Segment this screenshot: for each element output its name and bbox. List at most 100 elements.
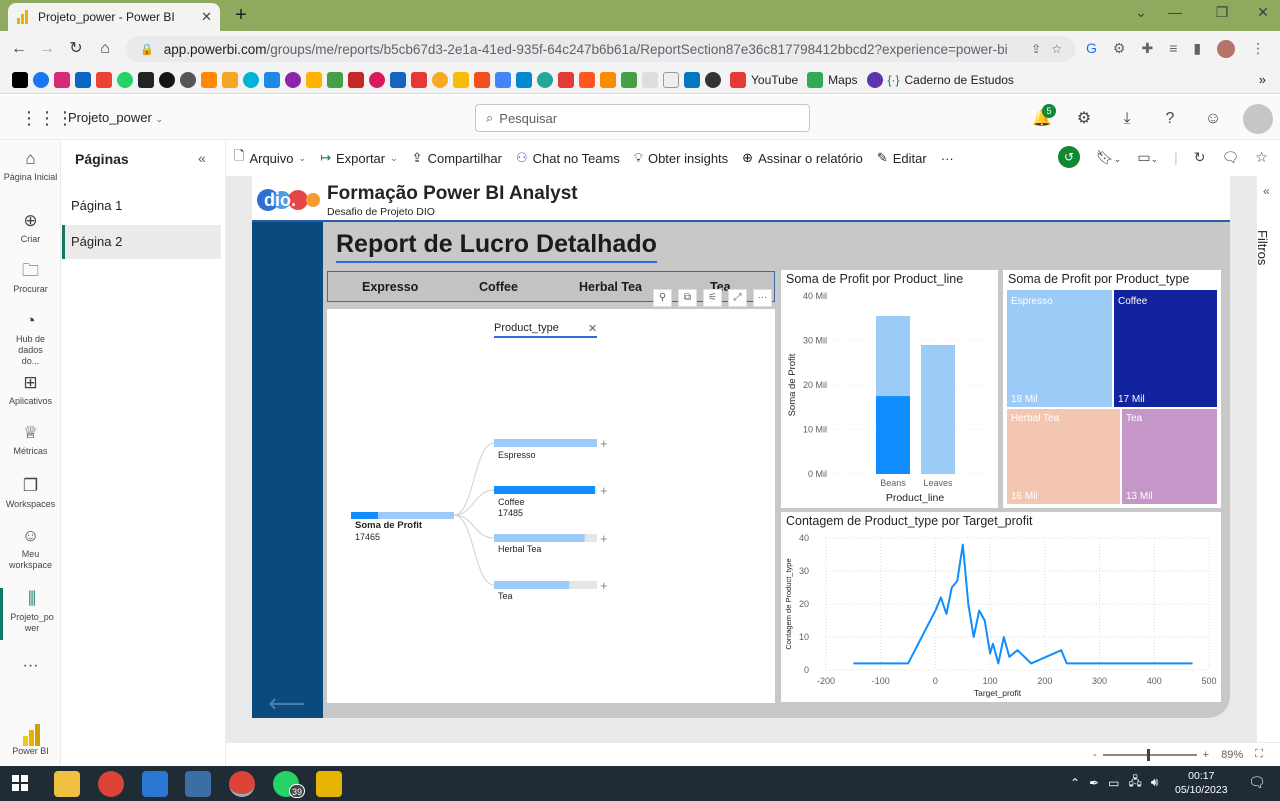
bookmark-icon-deeporange[interactable]	[579, 71, 595, 88]
more-bookmarks-icon[interactable]: »	[1259, 72, 1266, 87]
bookmark-youtube[interactable]: YouTube	[730, 71, 798, 88]
filter-icon[interactable]: ⚟	[703, 289, 722, 307]
treemap-card[interactable]: Soma de Profit por Product_type Espresso…	[1003, 270, 1221, 508]
back-arrow-icon[interactable]: ←	[8, 38, 30, 60]
nav-workspaces[interactable]: ❐ Workspaces	[0, 475, 61, 510]
expand-plus-icon[interactable]: +	[600, 531, 608, 546]
menu-dots-icon[interactable]: ⋮	[1251, 40, 1265, 58]
treemap-tile-coffee[interactable]: Coffee 17 Mil	[1114, 290, 1217, 407]
profile-avatar[interactable]	[1217, 40, 1236, 58]
x-bookmark-icon[interactable]	[12, 71, 28, 88]
extension-icon[interactable]: ⚙	[1113, 40, 1126, 58]
store-icon[interactable]	[142, 771, 168, 797]
bookmark-icon-amber[interactable]	[306, 71, 322, 88]
page-item-2[interactable]: Página 2	[62, 225, 221, 259]
pin-icon[interactable]: ⚲	[653, 289, 672, 307]
expand-filters-icon[interactable]: «	[1263, 184, 1270, 198]
share-icon[interactable]: ⇪	[1031, 42, 1041, 56]
copy-icon[interactable]: ⧉	[678, 289, 697, 307]
search-input[interactable]: ⌕ Pesquisar	[475, 104, 810, 132]
volume-icon[interactable]: 🔊︎	[1151, 775, 1159, 790]
download-icon[interactable]: ⤓	[1116, 108, 1138, 130]
puzzle-icon[interactable]: ✚	[1141, 40, 1153, 58]
bookmark-star-icon[interactable]: ☆	[1051, 42, 1062, 56]
figma-bookmark-icon[interactable]	[474, 71, 490, 88]
nav-more-icon[interactable]: ···	[0, 658, 61, 674]
treemap-tile-espresso[interactable]: Espresso 18 Mil	[1007, 290, 1112, 407]
subscribe-button[interactable]: ⊕ Assinar o relatório	[742, 150, 863, 166]
nav-browse[interactable]: 🗀 Procurar	[0, 260, 61, 295]
nav-apps[interactable]: ⊞ Aplicativos	[0, 372, 61, 407]
youtube-bookmark-icon-2[interactable]	[558, 71, 574, 88]
taskbar-clock[interactable]: 00:17 05/10/2023	[1175, 769, 1228, 797]
bookmark-icon-green[interactable]	[621, 71, 637, 88]
refresh-icon[interactable]: ↻	[1194, 149, 1206, 166]
translate-icon[interactable]: G	[1086, 40, 1097, 58]
decomp-node-label-espresso[interactable]: Espresso	[498, 450, 536, 460]
youtube-bookmark-icon[interactable]	[411, 71, 427, 88]
bookmark-maps[interactable]: Maps	[807, 71, 858, 88]
share-button[interactable]: ⇪ Compartilhar	[412, 150, 502, 166]
network-icon[interactable]: 🖧︎	[1128, 772, 1141, 793]
bookmark-icon-fn[interactable]	[516, 71, 532, 88]
notification-center-icon[interactable]: 🗨︎	[1248, 774, 1266, 791]
url-bar[interactable]: 🔒 app.powerbi.com/groups/me/reports/b5cb…	[126, 36, 1076, 62]
zoom-control[interactable]: - + 89% ⛶	[1093, 748, 1263, 761]
account-avatar[interactable]	[1243, 104, 1273, 134]
help-icon[interactable]: ?	[1159, 108, 1181, 130]
bookmark-icon-teal[interactable]	[537, 71, 553, 88]
nav-create[interactable]: ⊕ Criar	[0, 210, 61, 245]
bookmark-icon-orange[interactable]	[201, 71, 217, 88]
maximize-button[interactable]: ❐	[1207, 4, 1237, 21]
chrome-active-icon[interactable]	[229, 771, 255, 797]
decomp-node-label-coffee[interactable]: Coffee	[498, 497, 524, 507]
bar-chart-card[interactable]: Soma de Profit por Product_line 0 Mil 10 …	[781, 270, 998, 508]
teams-chat-button[interactable]: ⚇ Chat no Teams	[516, 150, 620, 166]
linkedin-bookmark-icon[interactable]	[75, 71, 91, 88]
notion-bookmark-icon[interactable]	[138, 71, 154, 88]
bookmark-icon-pink[interactable]	[369, 71, 385, 88]
forward-arrow-icon[interactable]: →	[36, 38, 58, 60]
home-icon[interactable]: ⌂	[94, 38, 116, 60]
workspace-dropdown[interactable]: Projeto_power ⌄	[68, 110, 163, 125]
back-arrow-icon[interactable]: ⟵	[268, 688, 305, 719]
slicer-item-herbal-tea[interactable]: Herbal Tea	[579, 280, 642, 294]
bookmark-icon-cyan[interactable]	[243, 71, 259, 88]
bookmark-icon[interactable]: 🔖︎⌄	[1096, 149, 1121, 166]
chatgpt-bookmark-icon[interactable]	[180, 71, 196, 88]
expand-plus-icon[interactable]: +	[600, 578, 608, 593]
expand-plus-icon[interactable]: +	[600, 483, 608, 498]
export-menu[interactable]: ↦ Exportar ⌄	[320, 150, 398, 166]
browser-tab[interactable]: Projeto_power - Power BI ✕	[8, 3, 220, 31]
line-chart-card[interactable]: Contagem de Product_type por Target_prof…	[781, 512, 1221, 702]
media-icon[interactable]: ≡	[1169, 40, 1177, 58]
zoom-in-icon[interactable]: +	[1203, 749, 1209, 761]
treemap-tile-tea[interactable]: Tea 13 Mil	[1122, 409, 1217, 504]
file-menu[interactable]: 🗋 Arquivo ⌄	[234, 147, 306, 169]
battery-icon[interactable]: ▭	[1108, 776, 1119, 790]
github-bookmark-icon-2[interactable]	[705, 71, 721, 88]
bookmark-icon-yellow[interactable]	[222, 71, 238, 88]
decomp-node-label-herbal-tea[interactable]: Herbal Tea	[498, 544, 541, 554]
reload-icon[interactable]: ↻	[65, 38, 87, 60]
sidepanel-icon[interactable]: ▮	[1193, 40, 1201, 58]
nav-data-hub[interactable]: ◔ Hub de dados do...	[0, 310, 61, 367]
bookmark-icon-grid[interactable]	[495, 71, 511, 88]
github-bookmark-icon[interactable]	[159, 71, 175, 88]
bookmark-icon-gold[interactable]	[432, 71, 448, 88]
insights-button[interactable]: 💡︎ Obter insights	[634, 150, 728, 166]
feedback-smile-icon[interactable]: ☺	[1202, 108, 1224, 130]
nav-projeto-power[interactable]: ⫼ Projeto_po wer	[0, 588, 61, 640]
fit-page-icon[interactable]: ⛶	[1255, 748, 1263, 761]
bookmark-icon-purple[interactable]	[285, 71, 301, 88]
filters-label[interactable]: Filtros	[1255, 230, 1270, 265]
bookmark-icon-white[interactable]	[642, 71, 658, 88]
collapse-pages-icon[interactable]: «	[198, 150, 206, 166]
zoom-out-icon[interactable]: -	[1093, 749, 1097, 761]
page-item-1[interactable]: Página 1	[62, 189, 221, 223]
treemap-tile-herbal-tea[interactable]: Herbal Tea 16 Mil	[1007, 409, 1120, 504]
facebook-bookmark-icon[interactable]	[33, 71, 49, 88]
settings-gear-icon[interactable]: ⚙	[1073, 108, 1095, 130]
reset-icon[interactable]: ↺	[1058, 146, 1080, 168]
edit-button[interactable]: ✎ Editar	[877, 150, 927, 166]
